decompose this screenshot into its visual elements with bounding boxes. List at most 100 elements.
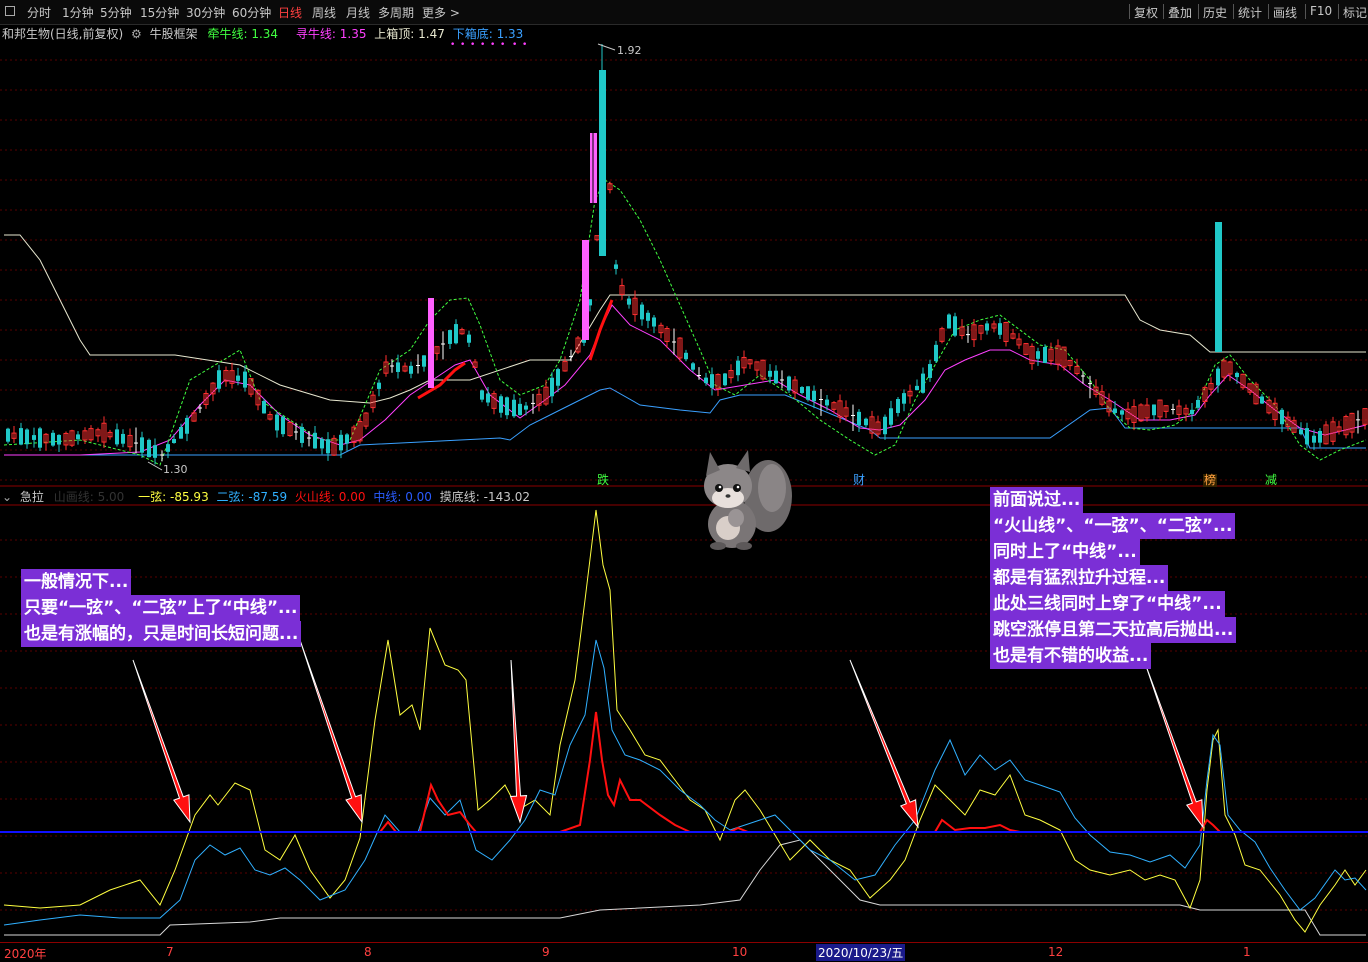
annotation-right-line: 都是有猛烈拉升过程...	[990, 565, 1169, 591]
period-tab[interactable]: 分时	[27, 4, 51, 21]
candlestick-chart[interactable]: 1.92 1.30 • • • • • • • •	[0, 42, 1368, 487]
toolbar-separator	[1233, 4, 1234, 19]
spike-candle	[1215, 222, 1222, 352]
candle-body	[236, 375, 240, 381]
cursor-date-label: 2020/10/23/五	[816, 944, 906, 961]
tool-button[interactable]: F10	[1310, 4, 1332, 18]
candle-body	[883, 416, 887, 435]
period-tab[interactable]: 日线	[278, 4, 302, 21]
period-tab[interactable]: 月线	[346, 4, 370, 21]
period-tab[interactable]: 5分钟	[100, 4, 132, 21]
candle-body	[1280, 409, 1284, 425]
candle-body	[121, 433, 125, 444]
candle-body	[1152, 404, 1156, 416]
xaxis-label: 10	[732, 945, 748, 959]
candle-body	[140, 437, 144, 453]
candle-body	[505, 397, 509, 416]
candle-body	[934, 344, 938, 362]
candle-body	[1190, 409, 1194, 415]
event-marker-cai[interactable]: 财	[852, 474, 866, 487]
candle-body	[889, 408, 893, 425]
arrow-icon	[509, 659, 528, 824]
candle-body	[153, 445, 157, 458]
candle-body	[723, 373, 727, 386]
annotation-right-line: 同时上了“中线”...	[990, 539, 1140, 565]
candle-body	[262, 400, 266, 414]
signal-dot: •	[450, 42, 455, 50]
event-marker-jian[interactable]: 减	[1264, 474, 1278, 487]
candle-body	[518, 403, 522, 416]
candle-body	[51, 432, 55, 446]
candle-body	[499, 396, 503, 413]
candle-body	[512, 399, 516, 417]
candle-body	[1043, 346, 1047, 364]
toolbar-separator	[1305, 4, 1306, 19]
s5-label: 摸底线:	[439, 490, 480, 504]
arrow-icon	[132, 659, 191, 824]
indicator-name[interactable]: 牛股框架	[150, 27, 198, 41]
candle-body	[25, 429, 29, 445]
s4-value: 0.00	[405, 490, 432, 504]
signal-dot: •	[470, 42, 475, 50]
signal-dot: •	[512, 42, 517, 50]
candle-body	[185, 417, 189, 434]
sub-param: 山画线: 5.00	[53, 490, 125, 504]
candle-body	[409, 365, 413, 374]
arrow-icon	[299, 639, 363, 824]
period-tab[interactable]: 周线	[312, 4, 336, 21]
signal-dot: •	[480, 42, 485, 50]
toolbar-separator	[1338, 4, 1339, 19]
period-tab[interactable]: 30分钟	[186, 4, 225, 21]
candle-body	[326, 439, 330, 454]
signal-dot: •	[522, 42, 527, 50]
tool-button[interactable]: 复权	[1134, 4, 1158, 21]
candle-body	[320, 438, 324, 449]
candle-body	[691, 363, 695, 370]
l2-label: 寻牛线:	[295, 27, 336, 41]
period-toolbar: 分时 1分钟 5分钟 15分钟 30分钟 60分钟 日线 周线 月线 多周期 更多 > 复权 叠加 历史…	[0, 0, 1368, 25]
sub-indicator-name[interactable]: 急拉	[20, 490, 44, 504]
event-marker-bang[interactable]: 榜	[1203, 474, 1218, 487]
annotation-right-line: 此处三线同时上穿了“中线”...	[990, 591, 1225, 617]
candle-body	[172, 438, 176, 444]
candle-body	[704, 377, 708, 384]
candle-body	[953, 316, 957, 336]
xaxis-label: 8	[364, 945, 372, 959]
candle-body	[339, 434, 343, 451]
tool-button[interactable]: 画线	[1273, 4, 1297, 21]
candle-body	[614, 264, 618, 269]
arrow-icon	[1144, 662, 1204, 829]
s3-label: 火山线:	[294, 490, 335, 504]
period-tab[interactable]: 15分钟	[140, 4, 179, 21]
period-tab[interactable]: 1分钟	[62, 4, 94, 21]
limit-up-candle	[582, 240, 589, 340]
tool-button[interactable]: 标记	[1343, 4, 1367, 21]
date-axis: 2020年 7 8 9 10 2020/10/23/五 12 1	[0, 942, 1368, 962]
l4-label: 下箱底:	[452, 27, 493, 41]
candle-body	[556, 369, 560, 386]
annotation-right-line: 前面说过...	[990, 487, 1084, 513]
candle-body	[1318, 430, 1322, 443]
tool-button[interactable]: 历史	[1203, 4, 1227, 21]
candle-body	[684, 352, 688, 360]
indicator-gear-icon[interactable]: ⚙	[131, 27, 142, 41]
period-tab[interactable]: 更多 >	[422, 4, 460, 21]
sub-chart-legend: ⌄ 急拉 山画线: 5.00 一弦: -85.93 二弦: -87.59 火山线…	[2, 488, 534, 504]
candle-body	[864, 418, 868, 426]
tool-button[interactable]: 统计	[1238, 4, 1262, 21]
tool-button[interactable]: 叠加	[1168, 4, 1192, 21]
annotation-right-line: “火山线”、“一弦”、“二弦”...	[990, 513, 1236, 539]
candle-body	[281, 416, 285, 435]
period-tab[interactable]: 60分钟	[232, 4, 271, 21]
xaxis-label: 9	[542, 945, 550, 959]
annotation-right-line: 也是有不错的收益...	[990, 643, 1152, 669]
candle-body	[243, 371, 247, 388]
second-string-line	[3, 639, 1367, 926]
annotation-right: 前面说过... “火山线”、“一弦”、“二弦”... 同时上了“中线”... 都…	[990, 487, 1237, 669]
xaxis-label: 1	[1243, 945, 1251, 959]
period-tab[interactable]: 多周期	[378, 4, 414, 21]
event-marker-die[interactable]: 跌	[596, 474, 610, 487]
window-menu-icon[interactable]	[5, 6, 15, 16]
candle-body	[217, 370, 221, 389]
collapse-icon[interactable]: ⌄	[2, 490, 12, 504]
